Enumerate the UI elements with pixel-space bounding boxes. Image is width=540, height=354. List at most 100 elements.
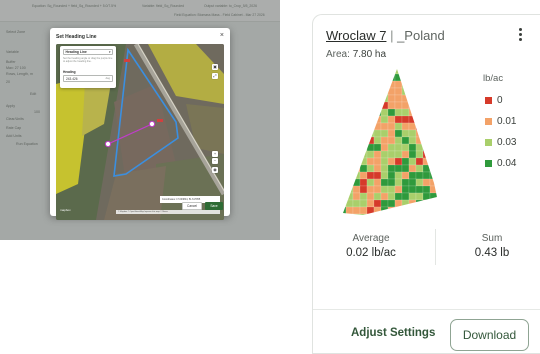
- legend-swatch: [485, 97, 492, 104]
- more-options-icon[interactable]: [517, 27, 525, 43]
- map-cell: [401, 150, 410, 159]
- map-cell: [422, 122, 431, 131]
- map-cell: [394, 199, 403, 208]
- map-cell: [359, 150, 368, 159]
- map-cell: [415, 101, 424, 110]
- map-cell: [366, 122, 375, 131]
- map-cell: [387, 136, 396, 145]
- map-cell: [429, 157, 437, 166]
- map-cell: [429, 73, 437, 82]
- download-button[interactable]: Download: [450, 319, 529, 351]
- map-cell: [343, 69, 347, 75]
- map-cell: [408, 73, 417, 82]
- map-cell: [408, 157, 417, 166]
- map-cell: [345, 129, 354, 138]
- map-cell: [359, 192, 368, 201]
- map-cell: [345, 171, 354, 180]
- map-cell: [394, 80, 403, 89]
- map-cell: [352, 213, 361, 215]
- map-cell: [401, 136, 410, 145]
- field-name-link[interactable]: Wroclaw 7: [326, 28, 386, 43]
- fullscreen-icon[interactable]: ⤢: [212, 73, 218, 79]
- map-cell: [408, 122, 417, 131]
- map-cell: [415, 129, 424, 138]
- map-cell: [373, 136, 382, 145]
- map-cell: [359, 108, 368, 117]
- map-cell: [380, 115, 389, 124]
- map-cell: [387, 69, 396, 75]
- map-cell: [387, 101, 396, 110]
- map-cell: [343, 115, 347, 124]
- map-cell: [343, 143, 347, 152]
- map-cell: [366, 178, 375, 187]
- map-cell: [366, 150, 375, 159]
- map-cell: [380, 73, 389, 82]
- map-cell: [422, 101, 431, 110]
- map-cell: [352, 69, 361, 75]
- map-attribution[interactable]: © Mapbox © OpenStreetMap Improve this ma…: [116, 210, 220, 214]
- map-cell: [408, 143, 417, 152]
- map-cell: [380, 80, 389, 89]
- map-cell: [429, 150, 437, 159]
- map-cell: [373, 129, 382, 138]
- title-separator: |: [386, 28, 398, 43]
- locate-icon[interactable]: ◉: [212, 167, 218, 173]
- map-cell: [345, 164, 354, 173]
- map-cell: [373, 80, 382, 89]
- map-cell: [429, 199, 437, 208]
- satellite-map[interactable]: Heading Line ▾ Set the heading angle or …: [56, 44, 224, 220]
- map-cell: [387, 143, 396, 152]
- map-cell: [415, 122, 424, 131]
- map-cell: [408, 129, 417, 138]
- map-cell: [373, 101, 382, 110]
- map-cell: [343, 108, 347, 117]
- map-cell: [436, 122, 437, 131]
- map-cell: [422, 171, 431, 180]
- map-cell: [345, 122, 354, 131]
- map-cell: [429, 164, 437, 173]
- map-cell: [436, 108, 437, 117]
- map-cell: [352, 108, 361, 117]
- map-cell: [401, 157, 410, 166]
- heading-unit: deg: [105, 77, 110, 80]
- map-cell: [387, 122, 396, 131]
- map-cell: [387, 206, 396, 215]
- map-cell: [422, 192, 431, 201]
- map-cell: [408, 150, 417, 159]
- map-cell: [408, 80, 417, 89]
- map-cell: [394, 206, 403, 215]
- save-button[interactable]: Save: [205, 202, 223, 210]
- map-cell: [436, 69, 437, 75]
- heading-input[interactable]: 243.426 deg: [63, 75, 113, 82]
- legend-label: 0.04: [497, 158, 517, 169]
- map-cell: [366, 108, 375, 117]
- map-cell: [422, 143, 431, 152]
- map-cell: [352, 164, 361, 173]
- map-cell: [380, 206, 389, 215]
- close-icon[interactable]: ×: [220, 32, 224, 39]
- map-cell: [394, 94, 403, 103]
- heading-line-select[interactable]: Heading Line ▾: [63, 49, 113, 55]
- map-cell: [359, 87, 368, 96]
- cancel-button[interactable]: Cancel: [182, 202, 202, 210]
- adjust-settings-button[interactable]: Adjust Settings: [351, 327, 435, 339]
- map-cell: [373, 206, 382, 215]
- map-cell: [380, 213, 389, 215]
- map-cell: [343, 199, 347, 208]
- zoom-out-icon[interactable]: −: [212, 158, 218, 164]
- zoom-in-icon[interactable]: +: [212, 151, 218, 157]
- layers-icon[interactable]: ▣: [212, 64, 218, 70]
- map-cell: [345, 94, 354, 103]
- area-value: 7.80 ha: [352, 49, 387, 60]
- map-cell: [436, 185, 437, 194]
- map-cell: [352, 150, 361, 159]
- set-heading-line-dialog: Set Heading Line × Heading Line ▾ Set th…: [50, 28, 230, 220]
- map-cell: [401, 129, 410, 138]
- map-cell: [343, 136, 347, 145]
- map-cell: [373, 87, 382, 96]
- field-summary-card: Wroclaw 7 | _Poland Area: 7.80 ha lb/ac …: [312, 14, 540, 354]
- map-cell: [359, 171, 368, 180]
- map-cell: [352, 73, 361, 82]
- map-cell: [345, 108, 354, 117]
- map-cell: [359, 94, 368, 103]
